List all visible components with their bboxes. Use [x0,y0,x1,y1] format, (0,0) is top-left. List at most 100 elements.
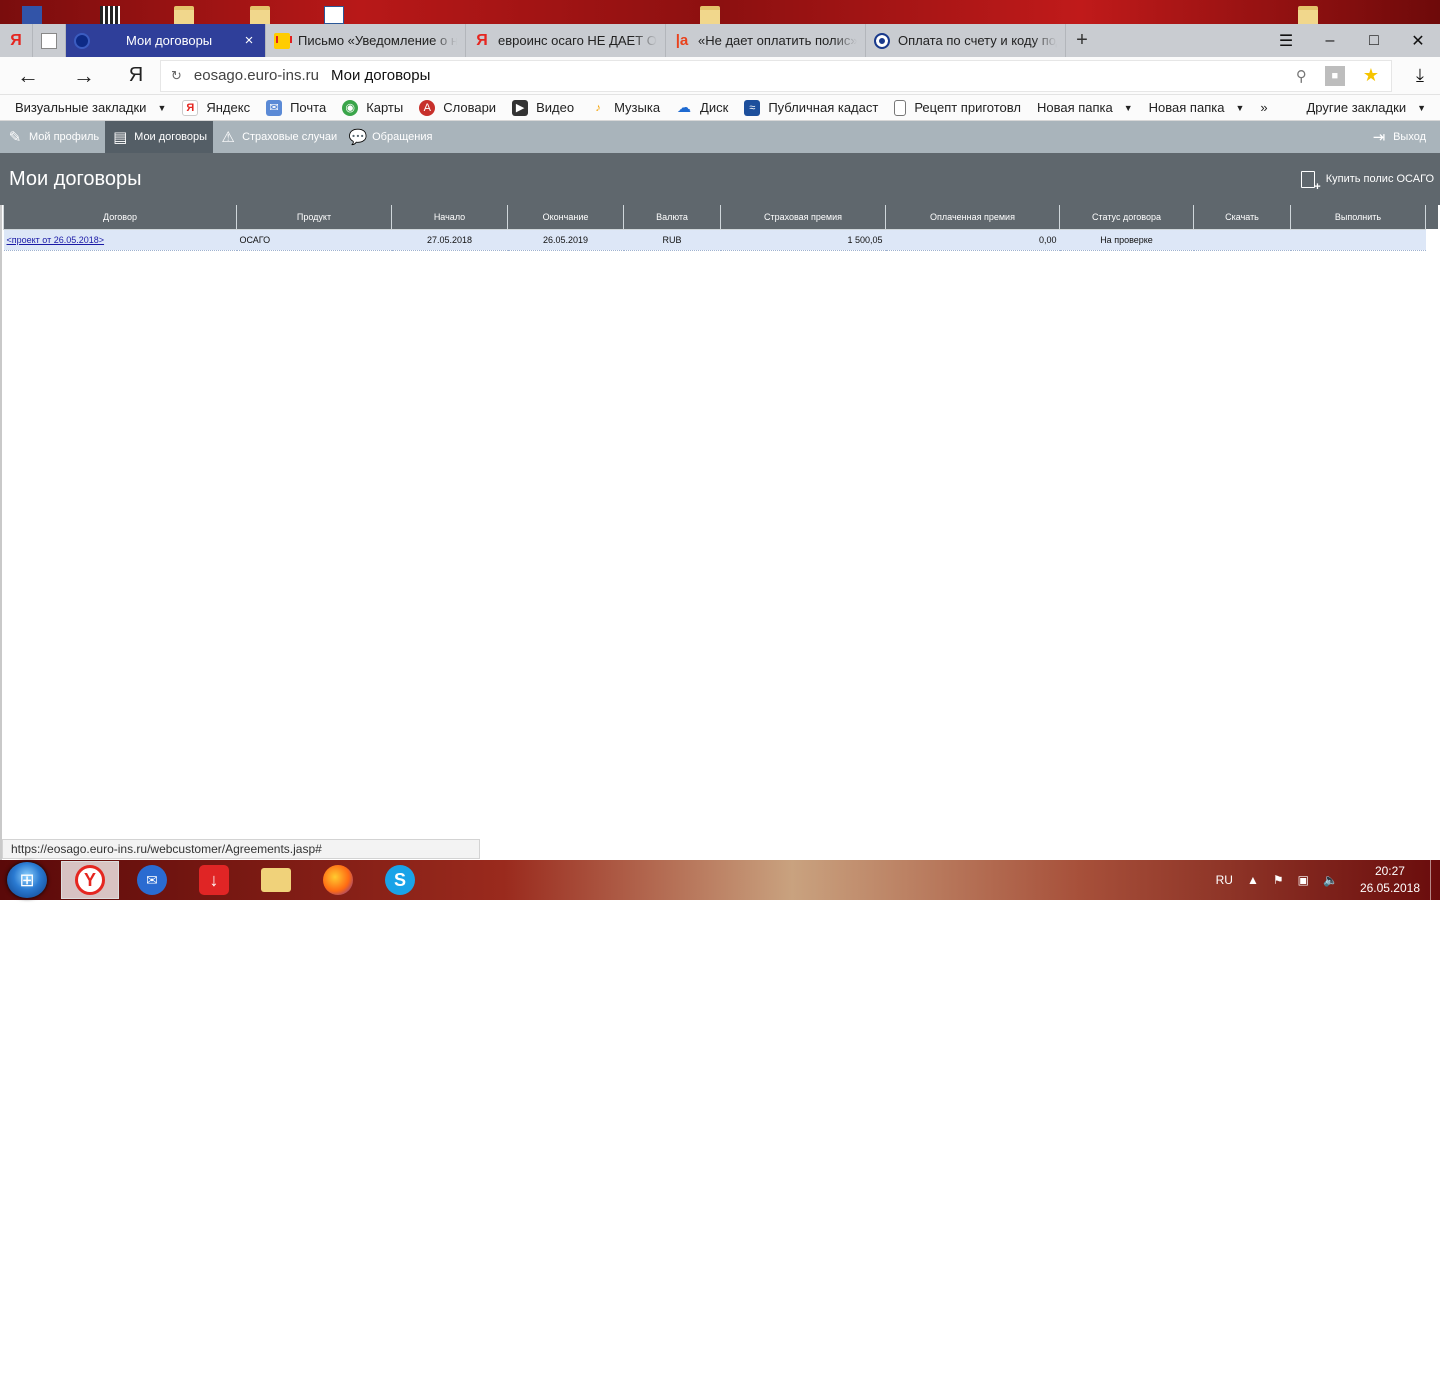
bookmark-recipe[interactable]: Рецепт приготовл [894,99,1021,116]
show-desktop-button[interactable] [1430,860,1440,900]
taskbar-explorer[interactable] [247,861,305,899]
bookmark-label: Визуальные закладки [15,100,147,115]
bookmark-cadastre[interactable]: ≈ Публичная кадаст [744,99,878,116]
premium-cell: 1 500,05 [720,229,886,251]
desktop-folder-icon[interactable] [1298,6,1318,24]
volume-icon[interactable]: 🔈 [1323,873,1338,887]
mail-icon: ✉ [266,99,283,116]
url-domain: eosago.euro-ins.ru [193,67,319,84]
yandex-logo-icon[interactable]: Я [112,64,160,87]
network-icon[interactable]: ▣ [1298,873,1309,887]
tray-expand-icon[interactable]: ▲ [1247,873,1259,887]
nav-label: Мои договоры [134,131,208,143]
clock[interactable]: 20:27 26.05.2018 [1360,863,1420,897]
desktop-folder-icon[interactable] [700,6,720,24]
minimize-icon[interactable]: – [1308,24,1352,57]
url-input[interactable]: ↻ eosago.euro-ins.ru Мои договоры ⚲ ■ ★ [160,59,1392,92]
other-bookmarks[interactable]: Другие закладки ▼ [1306,100,1426,115]
column-header[interactable]: Окончание [507,205,624,230]
column-header[interactable]: Выполнить [1290,205,1426,230]
bookmark-label: Новая папка [1148,100,1225,115]
agreement-link[interactable]: <проект от 26.05.2018> [7,235,105,245]
yandex-mail-icon [274,32,290,49]
search-icon[interactable]: ⚲ [1296,67,1307,85]
download-master-icon: ↓ [199,865,229,895]
nav-insurance-cases[interactable]: ⚠ Страховые случаи [213,121,343,153]
action-cell[interactable] [1290,229,1426,251]
warning-icon: ⚠ [221,129,235,146]
bookmark-star-icon[interactable]: ★ [1363,65,1379,86]
tab-search[interactable]: Я евроинс осаго НЕ ДАЕТ ОП [466,24,666,57]
tab-payment[interactable]: Оплата по счету и коду под [866,24,1066,57]
nav-appeals[interactable]: 💬 Обращения [343,121,438,153]
bookmark-visual[interactable]: Визуальные закладки ▼ [15,100,166,115]
column-header[interactable]: Договор [3,205,237,230]
column-header[interactable]: Оплаченная премия [885,205,1060,230]
taskbar-download-master[interactable]: ↓ [185,861,243,899]
bookmark-video[interactable]: ▶ Видео [512,99,574,116]
start-button[interactable]: ⊞ [7,862,47,898]
music-icon: ♪ [595,101,601,114]
pinned-tab-app[interactable] [33,24,66,57]
page-left-border [0,153,2,860]
bookmark-maps[interactable]: ◉ Карты [342,99,403,116]
maps-icon: ◉ [342,99,359,116]
column-header[interactable]: Статус договора [1059,205,1194,230]
chevron-down-icon: ▼ [157,102,167,113]
column-header[interactable]: Страховая премия [720,205,886,230]
bookmark-folder-2[interactable]: Новая папка ▼ [1149,100,1245,115]
close-window-icon[interactable]: ✕ [1396,24,1440,57]
taskbar-thunderbird[interactable]: ✉ [123,861,181,899]
reload-icon[interactable]: ↻ [171,68,182,84]
forward-icon[interactable]: → [56,63,112,89]
column-spacer [1425,205,1438,229]
column-header[interactable]: Начало [391,205,508,230]
maximize-icon[interactable]: □ [1352,24,1396,57]
nav-my-profile[interactable]: ✎ Мой профиль [0,121,105,153]
language-indicator[interactable]: RU [1216,873,1233,887]
menu-icon[interactable]: ☰ [1264,24,1308,57]
column-header[interactable]: Продукт [236,205,392,230]
bookmark-music[interactable]: ♪ Музыка [590,100,660,116]
bookmark-mail[interactable]: ✉ Почта [266,99,326,116]
tab-mail[interactable]: Письмо «Уведомление о не [266,24,466,57]
download-icon[interactable]: ⤓ [1400,65,1440,86]
table-row[interactable]: <проект от 26.05.2018> ОСАГО 27.05.2018 … [3,229,1438,251]
agreement-cell: <проект от 26.05.2018> [3,229,237,251]
desktop-film-icon[interactable] [100,6,120,24]
bookmark-yandex[interactable]: Я Яндекс [182,99,250,116]
yandex-browser-icon: Y [75,865,105,895]
download-cell[interactable] [1193,229,1291,251]
taskbar-firefox[interactable] [309,861,367,899]
status-cell: На проверке [1059,229,1194,251]
logout-button[interactable]: ⇥ Выход [1364,121,1440,153]
tab-irecommend[interactable]: |a «Не дает оплатить полис» - [666,24,866,57]
close-icon[interactable]: × [241,32,257,49]
tab-my-agreements[interactable]: Мои договоры × [66,24,266,57]
column-header[interactable]: Валюта [623,205,721,230]
buy-osago-button[interactable]: Купить полис ОСАГО [1300,170,1434,193]
desktop-background [0,0,1440,24]
taskbar-yandex-browser[interactable]: Y [61,861,119,899]
new-tab-button[interactable]: + [1066,24,1098,57]
lock-icon[interactable]: ■ [1324,65,1345,86]
desktop-folder-icon[interactable] [174,6,194,24]
bookmark-disk[interactable]: ☁ Диск [676,99,728,116]
more-bookmarks-button[interactable]: » [1260,100,1267,115]
nav-my-agreements[interactable]: ▤ Мои договоры [105,121,214,153]
action-center-flag-icon[interactable]: ⚑ [1273,873,1284,887]
page-title: Мои договоры [9,167,142,190]
pinned-tab-yandex[interactable]: Я [0,24,33,57]
agreements-table: Договор Продукт Начало Окончание Валюта … [3,205,1440,251]
desktop-folder-icon[interactable] [250,6,270,24]
desktop-shortcut-icon[interactable] [22,6,42,24]
column-header[interactable]: Скачать [1193,205,1291,230]
taskbar-skype[interactable]: S [371,861,429,899]
document-icon: ▤ [113,129,128,146]
back-icon[interactable]: ← [0,63,56,89]
bookmark-folder-1[interactable]: Новая папка ▼ [1037,100,1133,115]
bookmark-dictionary[interactable]: A Словари [419,99,496,116]
skype-icon: S [385,865,415,895]
desktop-word-doc-icon[interactable] [324,6,344,24]
start-date-cell: 27.05.2018 [391,229,508,251]
